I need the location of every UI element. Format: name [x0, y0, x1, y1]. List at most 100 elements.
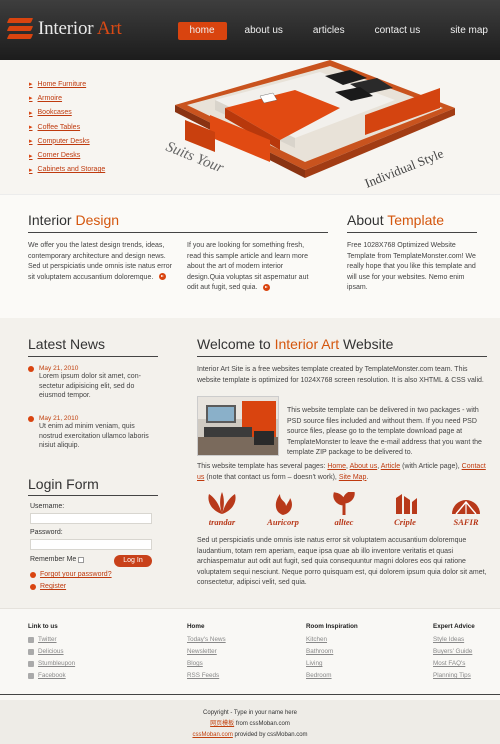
packages-paragraph: This website template can be delivered i…	[287, 407, 482, 457]
nav-about-us[interactable]: about us	[233, 22, 295, 40]
remember-label: Remember Me	[30, 556, 77, 563]
footer-divider	[0, 694, 500, 695]
password-field[interactable]	[30, 539, 152, 550]
logo-text: Interior Art	[38, 18, 122, 40]
footer-col-title: Room Inspiration	[306, 623, 358, 630]
login-title: Login Form	[28, 476, 99, 492]
footer-link-twitter[interactable]: Twitter	[28, 634, 75, 646]
nav-site-map[interactable]: site map	[438, 22, 500, 40]
link-site-map[interactable]: Site Map	[339, 474, 367, 481]
arrow-icon: ▸	[29, 166, 33, 174]
leaf-icon	[208, 492, 236, 514]
arrow-icon: ▸	[29, 95, 33, 103]
register-link[interactable]: Register	[30, 583, 66, 590]
latest-news-title: Latest News	[28, 336, 106, 352]
category-link[interactable]: ▸ Cabinets and Storage	[29, 163, 105, 177]
forgot-password-link[interactable]: Forgot your password?	[30, 571, 112, 578]
twitter-icon	[28, 637, 34, 643]
slogan-2: Individual Style	[363, 146, 446, 191]
divider	[28, 232, 328, 233]
nav-contact-us[interactable]: contact us	[363, 22, 433, 40]
category-link[interactable]: ▸ Corner Desks	[29, 148, 105, 162]
footer-link[interactable]: Most FAQ's	[433, 658, 475, 670]
footer-link[interactable]: Today's News	[187, 634, 226, 646]
footer-link[interactable]: Bathroom	[306, 646, 358, 658]
footer-link[interactable]: Planning Tips	[433, 670, 475, 682]
brand-trandar[interactable]: trandar	[197, 492, 247, 532]
footer-col-home: Home Today's News Newsletter Blogs RSS F…	[187, 623, 226, 682]
brand-criple[interactable]: Criple	[380, 492, 430, 532]
arrow-icon: ▸	[29, 138, 33, 146]
username-label: Username:	[30, 503, 65, 510]
category-list: ▸ Home Furniture ▸ Armoire ▸ Bookcases ▸ Cof…	[29, 77, 105, 177]
nav-home[interactable]: home	[177, 22, 227, 40]
copyright-line: Copyright - Type in your name here	[203, 710, 297, 716]
credit-link[interactable]: 网页模板	[210, 721, 234, 727]
login-button[interactable]: Log In	[114, 555, 152, 567]
brand-safir[interactable]: SAFIR	[441, 492, 491, 532]
category-link[interactable]: ▸ Computer Desks	[29, 134, 105, 148]
footer-col-room-inspiration: Room Inspiration Kitchen Bathroom Living…	[306, 623, 358, 682]
interior-text: We offer you the latest design trends, i…	[28, 242, 172, 281]
facebook-icon	[28, 673, 34, 679]
news-item: May 21, 2010 Ut enim ad minim veniam, qu…	[28, 415, 158, 451]
bullet-icon	[30, 583, 36, 590]
news-date: May 21, 2010	[39, 415, 79, 422]
header: Interior Art home about us articles cont…	[0, 0, 500, 60]
news-item: May 21, 2010 Lorem ipsum dolor sit amet,…	[28, 365, 158, 401]
brand-alltec[interactable]: alltec	[319, 492, 369, 532]
bullet-icon	[28, 365, 34, 372]
footer-link[interactable]: Blogs	[187, 658, 226, 670]
footer-link-stumbleupon[interactable]: Stumbleupon	[28, 658, 75, 670]
footer-link[interactable]: Newsletter	[187, 646, 226, 658]
credit-line: cssMoban.com provided by cssMoban.com	[192, 732, 308, 738]
more-arrow-icon[interactable]	[263, 284, 271, 292]
footer-link[interactable]: Bedroom	[306, 670, 358, 682]
interior-design-title: Interior Design	[28, 212, 120, 228]
footer-link-delicious[interactable]: Delicious	[28, 646, 75, 658]
credit-link[interactable]: cssMoban.com	[192, 732, 232, 738]
news-date: May 21, 2010	[39, 365, 79, 372]
divider	[28, 356, 158, 357]
sprout-icon	[333, 492, 355, 515]
footer-link[interactable]: Kitchen	[306, 634, 358, 646]
footer-col-link-to-us: Link to us Twitter Delicious Stumbleupon…	[28, 623, 75, 682]
nav-articles[interactable]: articles	[301, 22, 357, 40]
remember-checkbox[interactable]	[78, 557, 84, 563]
article-text: If you are looking for something fresh, …	[187, 242, 309, 292]
category-link[interactable]: ▸ Bookcases	[29, 106, 105, 120]
username-field[interactable]	[30, 513, 152, 524]
logo-word-1: Interior	[38, 18, 94, 39]
category-link[interactable]: ▸ Armoire	[29, 91, 105, 105]
footer-link-facebook[interactable]: Facebook	[28, 670, 75, 682]
footer-col-title: Home	[187, 623, 205, 630]
about-text: Free 1028X768 Optimized Website Template…	[347, 242, 476, 292]
news-text: Ut enim ad minim veniam, quis nostrud ex…	[39, 423, 149, 450]
footer-col-expert-advice: Expert Advice Style Ideas Buyers' Guide …	[433, 623, 475, 682]
bullet-icon	[28, 415, 34, 422]
more-arrow-icon[interactable]	[159, 273, 167, 281]
footer-link[interactable]: Living	[306, 658, 358, 670]
brand-logos: trandar Auricorp alltec Criple SAFIR	[197, 492, 491, 532]
logo[interactable]: Interior Art	[6, 16, 122, 42]
footer-link[interactable]: RSS Feeds	[187, 670, 226, 682]
brand-auricorp[interactable]: Auricorp	[258, 492, 308, 532]
arrow-icon: ▸	[29, 81, 33, 89]
category-link[interactable]: ▸ Coffee Tables	[29, 120, 105, 134]
slogan-1: Suits Your	[164, 139, 226, 177]
info-strip: Interior Design We offer you the latest …	[0, 194, 500, 318]
divider	[197, 356, 487, 357]
sun-icon	[452, 500, 480, 515]
footer-link[interactable]: Buyers' Guide	[433, 646, 475, 658]
link-about-us[interactable]: About us	[350, 463, 378, 470]
footer-link[interactable]: Style Ideas	[433, 634, 475, 646]
welcome-title: Welcome to Interior Art Website	[197, 336, 394, 352]
arrow-icon: ▸	[29, 152, 33, 160]
category-link[interactable]: ▸ Home Furniture	[29, 77, 105, 91]
copyright: Copyright - Type in your name here 网页模板 …	[0, 700, 500, 744]
divider	[28, 495, 158, 496]
link-home[interactable]: Home	[327, 463, 346, 470]
arrow-icon: ▸	[29, 124, 33, 132]
news-text: Lorem ipsum dolor sit amet, con- sectetu…	[39, 373, 141, 400]
link-article[interactable]: Article	[381, 463, 400, 470]
